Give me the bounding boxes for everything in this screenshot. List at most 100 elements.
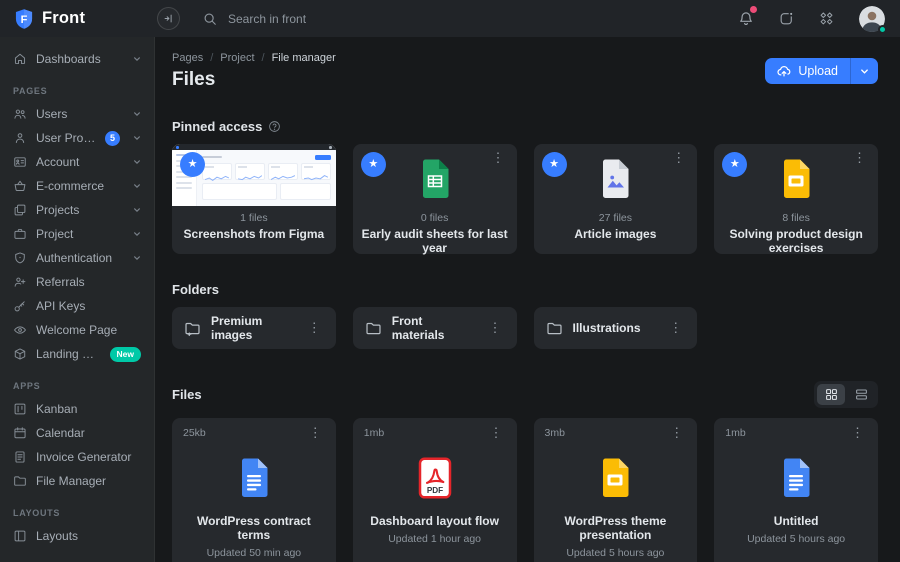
upload-button[interactable]: Upload (765, 58, 850, 84)
person-icon (13, 131, 27, 145)
breadcrumb-pages[interactable]: Pages (172, 52, 203, 64)
sidebar-item-calendar[interactable]: Calendar (0, 421, 154, 445)
sidebar-item-authentication[interactable]: Authentication (0, 246, 154, 270)
list-view-icon (855, 389, 867, 400)
search-icon (204, 13, 216, 25)
kebab-menu-icon[interactable]: ⋮ (486, 319, 505, 337)
sidebar-item-kanban[interactable]: Kanban (0, 397, 154, 421)
pinned-card-title: Screenshots from Figma (183, 227, 325, 241)
kebab-menu-icon[interactable]: ⋮ (669, 149, 688, 167)
sidebar-item-label: Authentication (36, 251, 113, 265)
files-title: Files (172, 387, 202, 402)
sidebar-item-label: Welcome Page (36, 323, 118, 337)
file-count: 1 files (240, 212, 268, 224)
kebab-menu-icon[interactable]: ⋮ (305, 319, 324, 337)
user-avatar[interactable] (859, 5, 887, 34)
svg-text:PDF: PDF (426, 486, 442, 495)
sidebar-item-user-profile[interactable]: User Profile 5 (0, 126, 154, 150)
sidebar-item-ecommerce[interactable]: E-commerce (0, 174, 154, 198)
page-title: Files (172, 69, 216, 90)
brand-name: Front (42, 9, 86, 27)
breadcrumb: Pages / Project / File manager (172, 52, 336, 64)
file-card-wordpress-theme-presentation[interactable]: 3mb ⋮ WordPress theme presentation Updat… (533, 418, 698, 562)
star-badge-icon[interactable]: ★ (541, 152, 567, 177)
google-sheets-icon (422, 159, 449, 198)
file-title: Dashboard layout flow (370, 514, 499, 528)
eye-icon (13, 323, 27, 337)
id-card-icon (13, 155, 27, 169)
sidebar-item-referrals[interactable]: Referrals (0, 270, 154, 294)
file-count: 0 files (420, 212, 449, 224)
kebab-menu-icon[interactable]: ⋮ (666, 319, 685, 337)
star-badge-icon[interactable]: ★ (180, 152, 205, 177)
pinned-card-screenshots-from-figma[interactable]: ★ 1 files Screenshots from Figma (172, 144, 336, 254)
sidebar-item-api-keys[interactable]: API Keys (0, 294, 154, 318)
kebab-menu-icon[interactable]: ⋮ (848, 424, 867, 442)
upload-dropdown-button[interactable] (850, 58, 878, 84)
sidebar-item-label: Project (36, 227, 74, 241)
sidebar-collapse-button[interactable] (157, 7, 180, 30)
star-badge-icon[interactable]: ★ (360, 152, 386, 177)
file-title: Untitled (773, 514, 819, 528)
question-circle-icon[interactable] (268, 120, 281, 133)
view-toggle (814, 381, 878, 408)
chevron-down-icon (133, 55, 141, 63)
files-section: Files 25kb ⋮ WordPress contract terms Up… (172, 381, 878, 562)
pinned-card-product-design-exercises[interactable]: ★ ⋮ 8 files Solving product design exerc… (714, 144, 878, 255)
file-card-untitled[interactable]: 1mb ⋮ Untitled Updated 5 hours ago (714, 418, 878, 562)
file-card-wordpress-contract-terms[interactable]: 25kb ⋮ WordPress contract terms Updated … (172, 418, 336, 562)
sidebar-item-layouts[interactable]: Layouts (0, 524, 154, 548)
sidebar-nav: Dashboards PAGES Users User Profile 5 Ac… (0, 37, 155, 562)
google-docs-icon (241, 458, 268, 497)
pinned-card-title: Early audit sheets for last year (361, 227, 508, 255)
pinned-card-title: Solving product design exercises (729, 227, 863, 255)
grid-view-button[interactable] (817, 384, 845, 405)
sidebar-item-dashboards[interactable]: Dashboards (0, 47, 154, 71)
file-updated: Updated 1 hour ago (388, 533, 482, 545)
folder-plus-icon (185, 322, 200, 336)
folder-card-illustrations[interactable]: Illustrations ⋮ (533, 307, 698, 349)
sidebar-item-welcome-page[interactable]: Welcome Page (0, 318, 154, 342)
kebab-menu-icon[interactable]: ⋮ (487, 424, 506, 442)
sidebar-item-label: Account (36, 155, 80, 169)
new-badge: New (109, 346, 141, 362)
layout-icon (13, 529, 27, 543)
breadcrumb-project[interactable]: Project (220, 52, 254, 64)
sidebar-item-invoice-generator[interactable]: Invoice Generator (0, 445, 154, 469)
folder-card-front-materials[interactable]: Front materials ⋮ (352, 307, 517, 349)
sidebar-item-label: User Profile (36, 131, 96, 145)
folder-card-premium-images[interactable]: Premium images ⋮ (172, 307, 336, 349)
sidebar-item-account[interactable]: Account (0, 150, 154, 174)
chevron-down-icon (133, 134, 141, 142)
file-card-dashboard-layout-flow[interactable]: 1mb ⋮ PDF Dashboard layout flow Updated … (352, 418, 517, 562)
sidebar-item-label: Layouts (36, 529, 79, 543)
sidebar-item-label: E-commerce (36, 179, 105, 193)
pinned-card-article-images[interactable]: ★ ⋮ 27 files Article images (533, 144, 698, 254)
upload-label: Upload (798, 64, 838, 78)
navbar-actions (738, 5, 900, 34)
search-input[interactable] (226, 10, 410, 27)
sidebar-item-projects[interactable]: Projects (0, 198, 154, 222)
sidebar-item-label: Invoice Generator (36, 450, 132, 464)
sidebar-item-project[interactable]: Project (0, 222, 154, 246)
kebab-menu-icon[interactable]: ⋮ (306, 424, 325, 442)
page-header: Pages / Project / File manager Files Upl… (172, 52, 878, 91)
pinned-card-early-audit-sheets[interactable]: ★ ⋮ 0 files Early audit sheets for last … (352, 144, 517, 255)
global-search[interactable] (203, 10, 410, 27)
file-size: 25kb (183, 427, 206, 439)
kebab-menu-icon[interactable]: ⋮ (850, 149, 869, 167)
list-view-button[interactable] (847, 384, 875, 405)
notifications-button[interactable] (738, 5, 757, 27)
sidebar-item-landing-page[interactable]: Landing Page New (0, 342, 154, 366)
folder-name: Front materials (391, 314, 445, 342)
google-docs-icon (784, 458, 810, 497)
kebab-menu-icon[interactable]: ⋮ (667, 424, 686, 442)
kebab-menu-icon[interactable]: ⋮ (489, 149, 508, 167)
star-badge-icon[interactable]: ★ (722, 152, 748, 177)
sidebar-item-users[interactable]: Users (0, 102, 154, 126)
main-content: Pages / Project / File manager Files Upl… (155, 37, 900, 562)
apps-launcher-button[interactable] (819, 11, 834, 26)
brand[interactable]: F Front (0, 0, 155, 37)
sidebar-item-file-manager[interactable]: File Manager (0, 469, 154, 493)
whats-new-button[interactable] (779, 11, 794, 26)
